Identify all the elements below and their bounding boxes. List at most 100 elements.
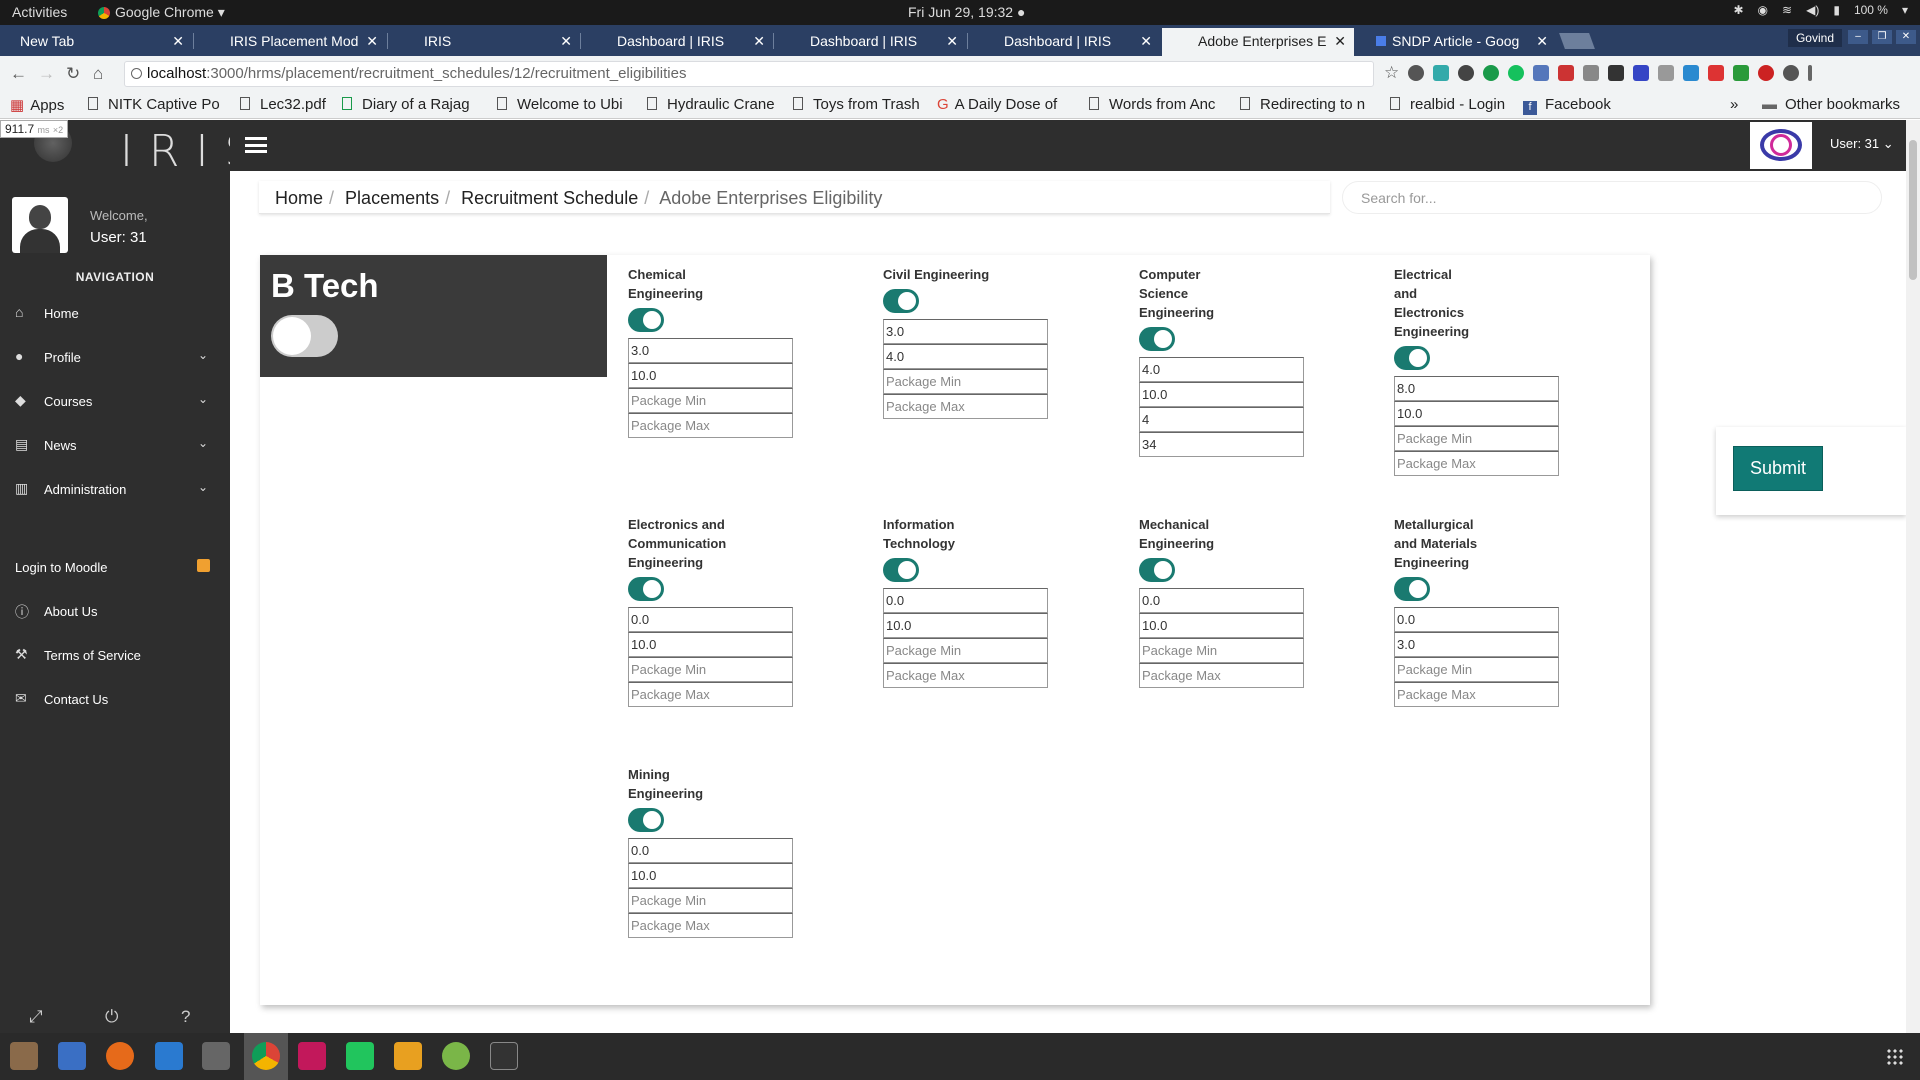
close-tab-icon[interactable]: ✕ — [172, 33, 184, 50]
degree-toggle[interactable] — [271, 315, 338, 357]
page-scrollbar[interactable] — [1906, 120, 1920, 1033]
bookmark[interactable]: NITK Captive Po — [88, 96, 222, 113]
vscode-icon[interactable] — [155, 1042, 183, 1070]
chrome-menu-icon[interactable] — [1808, 65, 1812, 81]
package-max-input[interactable] — [628, 413, 793, 438]
android-studio-icon[interactable] — [442, 1042, 470, 1070]
terminal-icon[interactable] — [490, 1042, 518, 1070]
extension-icon[interactable] — [1458, 65, 1474, 81]
show-apps-icon[interactable] — [1886, 1048, 1904, 1066]
max-cgpa-input[interactable] — [628, 363, 793, 388]
breadcrumb-placements[interactable]: Placements — [345, 188, 439, 208]
package-max-input[interactable] — [1139, 663, 1304, 688]
branch-toggle[interactable] — [1394, 346, 1430, 370]
package-max-input[interactable] — [1394, 451, 1559, 476]
package-min-input[interactable] — [883, 369, 1048, 394]
browser-tab[interactable]: IRIS ✕ — [388, 28, 580, 56]
branch-toggle[interactable] — [1394, 577, 1430, 601]
grammarly-icon[interactable] — [1508, 65, 1524, 81]
min-cgpa-input[interactable] — [1394, 607, 1559, 632]
bookmark-star-icon[interactable]: ☆ — [1384, 63, 1399, 83]
other-bookmarks[interactable]: ▬ Other bookmarks — [1762, 96, 1900, 113]
max-cgpa-input[interactable] — [1139, 613, 1304, 638]
extension-icon[interactable] — [1708, 65, 1724, 81]
close-tab-icon[interactable]: ✕ — [1140, 33, 1152, 50]
search-input[interactable]: Search for... — [1342, 181, 1882, 214]
text-editor-icon[interactable] — [58, 1042, 86, 1070]
browser-tab[interactable]: IRIS Placement Mod ✕ — [194, 28, 386, 56]
package-min-input[interactable] — [1394, 426, 1559, 451]
close-tab-icon[interactable]: ✕ — [1536, 33, 1548, 50]
max-cgpa-input[interactable] — [883, 613, 1048, 638]
min-cgpa-input[interactable] — [1394, 376, 1559, 401]
pycharm-icon[interactable] — [346, 1042, 374, 1070]
min-cgpa-input[interactable] — [883, 319, 1048, 344]
branch-toggle[interactable] — [628, 308, 664, 332]
min-cgpa-input[interactable] — [628, 607, 793, 632]
extension-icon[interactable] — [1633, 65, 1649, 81]
bookmark[interactable]: f Facebook — [1523, 96, 1611, 115]
chrome-indicator-icon[interactable]: ◉ — [1758, 3, 1768, 17]
sidebar-item-home[interactable]: ⌂ Home — [0, 297, 230, 329]
min-cgpa-input[interactable] — [628, 838, 793, 863]
min-cgpa-input[interactable] — [1139, 588, 1304, 613]
clock[interactable]: Fri Jun 29, 19:32 ● — [908, 4, 1025, 20]
app-icon[interactable] — [202, 1042, 230, 1070]
browser-tab[interactable]: Dashboard | IRIS ✕ — [774, 28, 966, 56]
site-info-icon[interactable] — [131, 68, 142, 79]
fullscreen-icon[interactable]: ⤢ — [29, 1007, 43, 1027]
branch-toggle[interactable] — [1139, 327, 1175, 351]
package-min-input[interactable] — [883, 638, 1048, 663]
max-cgpa-input[interactable] — [883, 344, 1048, 369]
browser-tab[interactable]: Dashboard | IRIS ✕ — [968, 28, 1160, 56]
package-max-input[interactable] — [1394, 682, 1559, 707]
sidebar-item-profile[interactable]: ● Profile ⌄ — [0, 341, 230, 373]
submit-button[interactable]: Submit — [1733, 446, 1823, 491]
sidebar-item-news[interactable]: ▤ News ⌄ — [0, 429, 230, 461]
min-cgpa-input[interactable] — [883, 588, 1048, 613]
extension-icon[interactable] — [1783, 65, 1799, 81]
url-bar[interactable]: localhost:3000/hrms/placement/recruitmen… — [124, 61, 1374, 87]
extension-icon[interactable] — [1658, 65, 1674, 81]
bookmark[interactable]: Welcome to Ubi — [497, 96, 631, 113]
bookmark[interactable]: realbid - Login — [1390, 96, 1505, 113]
files-icon[interactable] — [10, 1042, 38, 1070]
extension-icon[interactable] — [1608, 65, 1624, 81]
branch-toggle[interactable] — [628, 577, 664, 601]
close-tab-icon[interactable]: ✕ — [1334, 33, 1346, 50]
power-icon[interactable]: ⏻ — [105, 1007, 118, 1027]
more-bookmarks-button[interactable]: » — [1730, 96, 1738, 113]
chrome-dock-icon[interactable] — [252, 1042, 280, 1070]
extension-icon[interactable] — [1683, 65, 1699, 81]
user-menu[interactable]: User: 31 ⌄ — [1830, 136, 1894, 152]
max-cgpa-input[interactable] — [628, 632, 793, 657]
rubymine-icon[interactable] — [298, 1042, 326, 1070]
bookmark[interactable]: Diary of a Rajag — [342, 96, 480, 113]
package-max-input[interactable] — [883, 394, 1048, 419]
max-cgpa-input[interactable] — [628, 863, 793, 888]
close-tab-icon[interactable]: ✕ — [753, 33, 765, 50]
profile-chip[interactable]: Govind — [1787, 29, 1842, 47]
extension-icon[interactable] — [1483, 65, 1499, 81]
extension-icon[interactable] — [1408, 65, 1424, 81]
bookmark[interactable]: G A Daily Dose of — [937, 96, 1079, 113]
breadcrumb-recruitment-schedule[interactable]: Recruitment Schedule — [461, 188, 638, 208]
extension-icon[interactable] — [1758, 65, 1774, 81]
extension-icon[interactable] — [1583, 65, 1599, 81]
sidebar-link-moodle[interactable]: Login to Moodle — [0, 551, 230, 583]
branch-toggle[interactable] — [883, 289, 919, 313]
extension-icon[interactable] — [1558, 65, 1574, 81]
extension-icon[interactable] — [1433, 65, 1449, 81]
hamburger-menu-icon[interactable] — [245, 137, 267, 153]
min-cgpa-input[interactable] — [1139, 357, 1304, 382]
forward-icon[interactable]: → — [38, 64, 55, 84]
home-browser-icon[interactable]: ⌂ — [93, 64, 103, 84]
branch-toggle[interactable] — [628, 808, 664, 832]
bookmark[interactable]: Toys from Trash — [793, 96, 920, 113]
maximize-window-button[interactable]: ❐ — [1872, 30, 1892, 44]
sidebar-link-contact[interactable]: ✉ Contact Us — [0, 683, 230, 715]
new-tab-button[interactable] — [1559, 33, 1595, 49]
sidebar-item-administration[interactable]: ▥ Administration ⌄ — [0, 473, 230, 505]
help-icon[interactable]: ? — [181, 1007, 190, 1027]
package-min-input[interactable] — [628, 388, 793, 413]
